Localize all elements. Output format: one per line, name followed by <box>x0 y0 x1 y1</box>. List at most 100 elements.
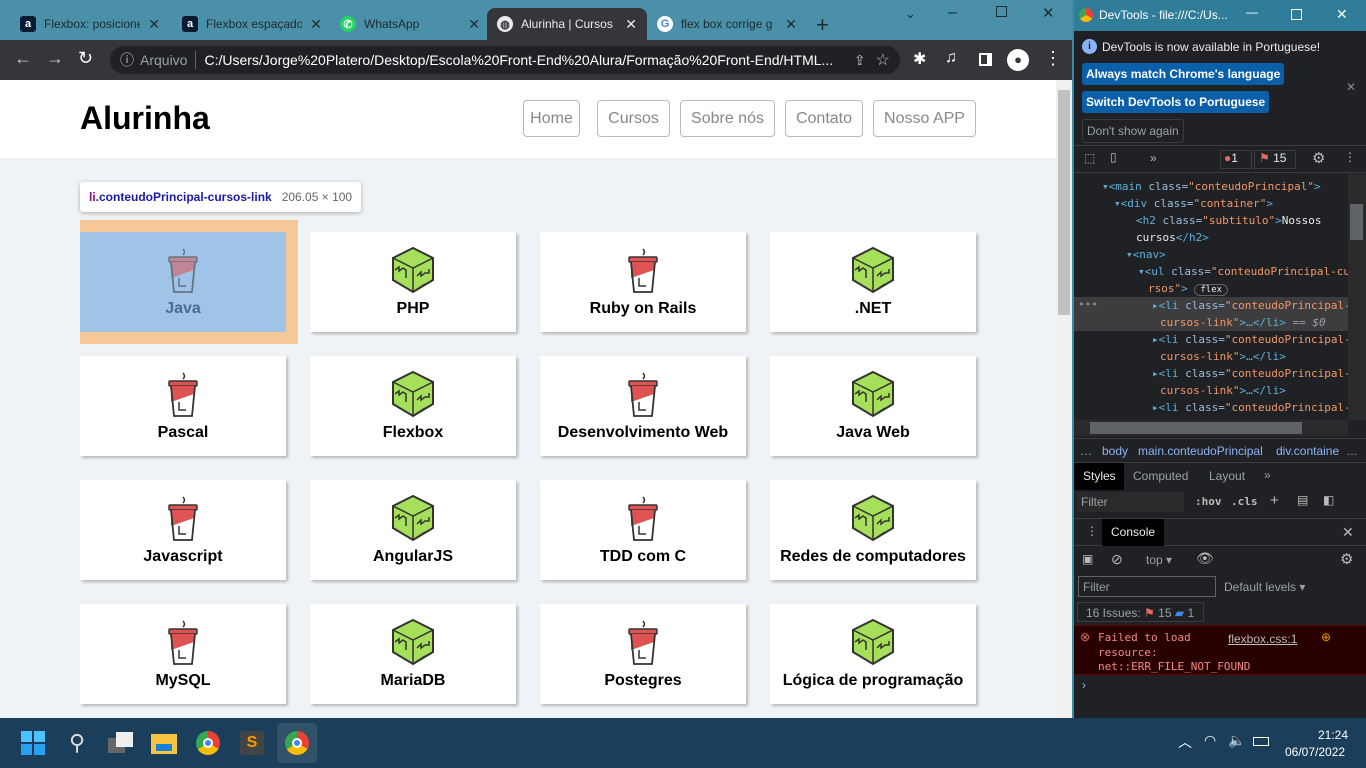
elements-tree[interactable]: ▾<main class="conteudoPrincipal"> ▾<div … <box>1074 174 1348 420</box>
styles-filter-input[interactable]: Filter <box>1077 492 1184 512</box>
windows-start-icon[interactable] <box>17 727 49 759</box>
close-tab-icon[interactable]: ✕ <box>625 16 637 33</box>
context-selector[interactable]: top ▾ <box>1146 553 1172 567</box>
course-card[interactable]: Java <box>80 232 286 332</box>
clock-date[interactable]: 06/07/2022 <box>1285 745 1345 759</box>
course-card[interactable]: PHP <box>310 232 516 332</box>
more-tabs-icon[interactable]: » <box>1264 468 1271 482</box>
toggle-sidebar-icon[interactable]: ◧ <box>1323 493 1334 507</box>
side-panel-icon[interactable] <box>979 53 992 66</box>
switch-to-portuguese-button[interactable]: Switch DevTools to Portuguese <box>1082 91 1270 113</box>
live-expression-icon[interactable]: 👁 <box>1196 550 1214 567</box>
close-tab-icon[interactable]: ✕ <box>468 16 480 33</box>
tab-styles[interactable]: Styles <box>1074 463 1124 490</box>
close-tab-icon[interactable]: ✕ <box>148 16 160 33</box>
maximize-button[interactable] <box>996 6 1007 17</box>
more-tabs-icon[interactable]: » <box>1150 151 1157 165</box>
menu-icon[interactable]: ⋮ <box>1044 48 1062 69</box>
task-view-icon[interactable] <box>105 727 137 759</box>
elements-h-scrollbar[interactable] <box>1074 420 1348 436</box>
error-source-link[interactable]: flexbox.css:1 <box>1228 632 1297 646</box>
tab-flexbox-posicione[interactable]: a Flexbox: posicione ✕ <box>10 8 170 40</box>
nav-sobre-nos[interactable]: Sobre nós <box>680 100 775 137</box>
flex-badge[interactable]: flex <box>1194 284 1229 296</box>
course-card[interactable]: .NET <box>770 232 976 332</box>
star-icon[interactable]: ☆ <box>876 50 890 70</box>
new-rule-icon[interactable]: + <box>1270 492 1279 509</box>
chrome-active-icon[interactable] <box>277 723 317 763</box>
paint-icon[interactable]: ▤ <box>1297 493 1308 507</box>
course-card[interactable]: Redes de computadores <box>770 480 976 580</box>
course-card[interactable]: Javascript <box>80 480 286 580</box>
tab-flexbox-espacado[interactable]: a Flexbox espaçado ✕ <box>172 8 332 40</box>
network-request-icon[interactable]: ⊕ <box>1321 630 1331 644</box>
close-window-button[interactable]: ✕ <box>1042 4 1055 22</box>
new-tab-button[interactable]: + <box>816 12 829 38</box>
minimize-button[interactable]: — <box>1246 5 1258 19</box>
course-card[interactable]: Pascal <box>80 356 286 456</box>
course-card[interactable]: TDD com C <box>540 480 746 580</box>
device-toolbar-icon[interactable]: ▯ <box>1110 150 1117 164</box>
close-tab-icon[interactable]: ✕ <box>310 16 322 33</box>
sidebar-toggle-icon[interactable]: ▣ <box>1082 552 1093 566</box>
share-icon[interactable]: ⇪ <box>854 52 866 69</box>
always-match-language-button[interactable]: Always match Chrome's language <box>1082 63 1285 85</box>
tab-google-search[interactable]: Gflex box corrige g ✕ <box>647 8 807 40</box>
battery-icon[interactable] <box>1253 737 1269 746</box>
maximize-button[interactable] <box>1291 9 1302 20</box>
course-card[interactable]: Flexbox <box>310 356 516 456</box>
warnings-counter[interactable]: ⚑ 15 <box>1254 150 1296 169</box>
tab-computed[interactable]: Computed <box>1133 469 1188 483</box>
close-banner-icon[interactable]: ✕ <box>1346 80 1356 94</box>
issues-button[interactable]: 16 Issues: ⚑ 15 ▰ 1 <box>1077 602 1204 622</box>
tab-console[interactable]: Console <box>1102 519 1164 546</box>
tab-search-icon[interactable]: ⌄ <box>905 6 916 22</box>
back-icon[interactable]: ← <box>14 48 32 69</box>
course-card[interactable]: Java Web <box>770 356 976 456</box>
elements-scrollbar[interactable] <box>1348 174 1366 420</box>
errors-counter[interactable]: ●1 <box>1220 150 1252 169</box>
nav-nosso-app[interactable]: Nosso APP <box>873 100 976 137</box>
tab-alurinha-cursos[interactable]: ◍ Alurinha | Cursos ✕ <box>487 8 647 40</box>
course-card[interactable]: Desenvolvimento Web <box>540 356 746 456</box>
extensions-icon[interactable]: ✱ <box>913 49 926 69</box>
show-hidden-icons[interactable]: ︿ <box>1178 732 1192 752</box>
site-logo[interactable]: Alurinha <box>80 100 210 137</box>
clear-console-icon[interactable]: ⊘ <box>1111 551 1123 568</box>
nav-contato[interactable]: Contato <box>785 100 863 137</box>
course-card[interactable]: Postegres <box>540 604 746 704</box>
close-drawer-icon[interactable]: ✕ <box>1342 524 1354 541</box>
course-card[interactable]: AngularJS <box>310 480 516 580</box>
scrollbar-thumb[interactable] <box>1058 90 1070 315</box>
reload-icon[interactable]: ↻ <box>78 48 93 69</box>
clock-time[interactable]: 21:24 <box>1318 728 1348 742</box>
sublime-text-icon[interactable]: S <box>236 727 268 759</box>
url-text[interactable]: C:/Users/Jorge%20Platero/Desktop/Escola%… <box>204 52 833 68</box>
course-card[interactable]: Lógica de programação <box>770 604 976 704</box>
chrome-icon[interactable] <box>192 727 224 759</box>
hov-button[interactable]: :hov <box>1195 495 1222 508</box>
close-tab-icon[interactable]: ✕ <box>785 16 797 33</box>
media-icon[interactable]: ♫ <box>945 49 957 67</box>
more-options-icon[interactable]: ⋮ <box>1344 150 1356 164</box>
minimize-button[interactable]: – <box>948 4 957 22</box>
tab-whatsapp[interactable]: ✆ WhatsApp ✕ <box>330 8 490 40</box>
settings-icon[interactable]: ⚙ <box>1312 149 1325 167</box>
page-scrollbar[interactable] <box>1056 80 1072 718</box>
profile-avatar[interactable]: ● <box>1007 49 1029 71</box>
search-icon[interactable]: ⚲ <box>61 727 93 759</box>
volume-icon[interactable]: 🔈 <box>1228 732 1245 749</box>
dont-show-again-button[interactable]: Don't show again <box>1082 119 1184 143</box>
course-card[interactable]: MariaDB <box>310 604 516 704</box>
tab-layout[interactable]: Layout <box>1209 469 1245 483</box>
console-filter-input[interactable]: Filter <box>1078 576 1216 597</box>
console-settings-icon[interactable]: ⚙ <box>1340 550 1353 568</box>
course-card[interactable]: Ruby on Rails <box>540 232 746 332</box>
cls-button[interactable]: .cls <box>1231 495 1258 508</box>
nav-home[interactable]: Home <box>523 100 580 137</box>
nav-cursos[interactable]: Cursos <box>597 100 670 137</box>
inspect-element-icon[interactable]: ⬚ <box>1084 151 1095 165</box>
file-explorer-icon[interactable] <box>148 727 180 759</box>
close-window-button[interactable]: ✕ <box>1336 6 1348 23</box>
forward-icon[interactable]: → <box>46 48 64 69</box>
